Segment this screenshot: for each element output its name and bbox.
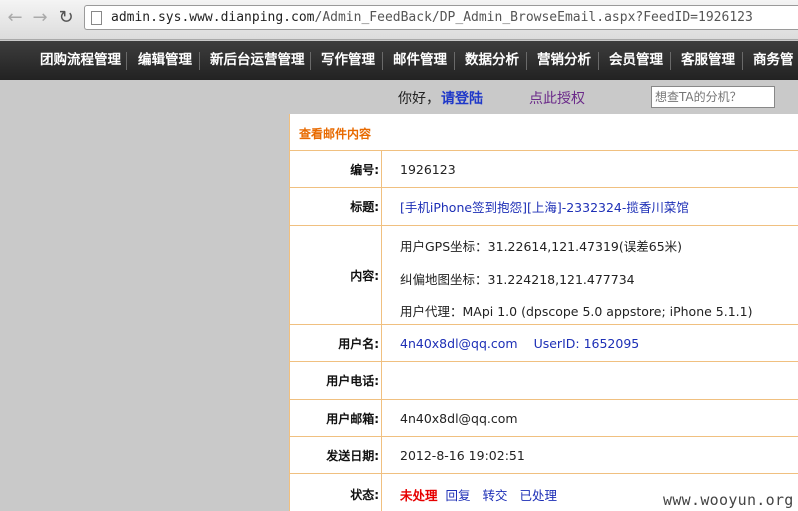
content-label: 内容: <box>290 226 382 324</box>
username-label: 用户名: <box>290 325 382 361</box>
content-gps-line: 用户GPS坐标：31.22614,121.47319(误差65米) <box>400 239 683 254</box>
page-icon <box>91 11 102 25</box>
nav-divider <box>670 52 671 70</box>
status-unhandled: 未处理 <box>400 487 438 503</box>
date-label: 发送日期: <box>290 437 382 473</box>
phone-label: 用户电话: <box>290 362 382 399</box>
nav-divider <box>526 52 527 70</box>
username-values: 4n40x8dl@qq.com UserID: 1652095 <box>400 325 639 361</box>
watermark: www.wooyun.org <box>663 491 794 509</box>
greeting-text: 你好， <box>398 91 440 107</box>
nav-item-customer-service[interactable]: 客服管理 <box>681 41 735 80</box>
content-agent-line: 用户代理：MApi 1.0 (dpscope 5.0 appstore; iPh… <box>400 304 753 319</box>
nav-item-mail[interactable]: 邮件管理 <box>393 41 447 80</box>
row-phone: 用户电话: <box>290 362 798 400</box>
userid-link[interactable]: UserID: 1652095 <box>534 336 640 351</box>
row-subject: 标题: [手机iPhone签到抱怨][上海]-2332324-揽香川菜馆 <box>290 188 798 226</box>
nav-item-members[interactable]: 会员管理 <box>609 41 663 80</box>
subject-label: 标题: <box>290 188 382 225</box>
mark-done-link[interactable]: 已处理 <box>520 485 558 504</box>
forward-arrow-icon[interactable]: → <box>29 7 51 29</box>
email-value: 4n40x8dl@qq.com <box>400 410 518 426</box>
nav-divider <box>126 52 127 70</box>
nav-divider <box>382 52 383 70</box>
url-host: admin.sys.www.dianping.com <box>111 10 315 25</box>
row-username: 用户名: 4n40x8dl@qq.com UserID: 1652095 <box>290 325 798 362</box>
extension-search-input[interactable] <box>651 86 775 108</box>
url-text[interactable]: admin.sys.www.dianping.com/Admin_FeedBac… <box>111 10 753 25</box>
panel-header: 查看邮件内容 <box>290 114 798 151</box>
address-bar[interactable]: admin.sys.www.dianping.com/Admin_FeedBac… <box>84 5 798 30</box>
reload-icon[interactable]: ↻ <box>55 7 77 29</box>
nav-item-operations[interactable]: 新后台运营管理 <box>210 41 305 80</box>
main-nav: 团购流程管理 编辑管理 新后台运营管理 写作管理 邮件管理 数据分析 营销分析 … <box>0 41 798 80</box>
date-value: 2012-8-16 19:02:51 <box>400 447 525 463</box>
row-id: 编号: 1926123 <box>290 151 798 188</box>
username-link[interactable]: 4n40x8dl@qq.com <box>400 336 518 351</box>
email-label: 用户邮箱: <box>290 400 382 436</box>
nav-divider <box>454 52 455 70</box>
nav-item-data-analysis[interactable]: 数据分析 <box>465 41 519 80</box>
id-label: 编号: <box>290 151 382 187</box>
status-label: 状态: <box>290 474 382 511</box>
content-map-line: 纠偏地图坐标：31.224218,121.477734 <box>400 272 635 287</box>
status-values: 未处理 回复 转交 已处理 <box>400 474 557 511</box>
row-email: 用户邮箱: 4n40x8dl@qq.com <box>290 400 798 437</box>
nav-item-groupbuy[interactable]: 团购流程管理 <box>40 41 121 80</box>
panel-title: 查看邮件内容 <box>299 127 372 141</box>
nav-divider <box>310 52 311 70</box>
browser-toolbar: ← → ↻ admin.sys.www.dianping.com/Admin_F… <box>0 0 798 40</box>
mail-detail-panel: 查看邮件内容 编号: 1926123 标题: [手机iPhone签到抱怨][上海… <box>289 114 798 511</box>
url-path: /Admin_FeedBack/DP_Admin_BrowseEmail.asp… <box>314 10 753 25</box>
nav-item-writing[interactable]: 写作管理 <box>321 41 375 80</box>
reply-link[interactable]: 回复 <box>446 485 471 504</box>
authorize-link[interactable]: 点此授权 <box>529 88 585 108</box>
login-link[interactable]: 请登陆 <box>441 88 483 108</box>
nav-divider <box>199 52 200 70</box>
back-arrow-icon[interactable]: ← <box>4 7 26 29</box>
id-value: 1926123 <box>400 161 456 177</box>
nav-item-marketing[interactable]: 营销分析 <box>537 41 591 80</box>
row-content: 内容: 用户GPS坐标：31.22614,121.47319(误差65米) 纠偏… <box>290 226 798 325</box>
nav-divider <box>742 52 743 70</box>
nav-item-business[interactable]: 商务管 <box>753 41 794 80</box>
forward-link[interactable]: 转交 <box>483 485 508 504</box>
nav-item-editing[interactable]: 编辑管理 <box>138 41 192 80</box>
row-date: 发送日期: 2012-8-16 19:02:51 <box>290 437 798 474</box>
subject-link[interactable]: [手机iPhone签到抱怨][上海]-2332324-揽香川菜馆 <box>400 188 689 225</box>
nav-divider <box>598 52 599 70</box>
